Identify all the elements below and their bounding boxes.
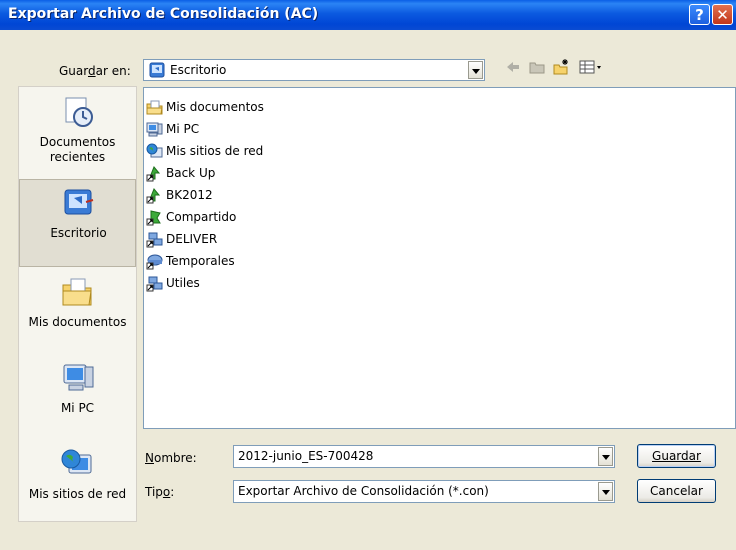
place-my-documents[interactable]: Mis documentos [19,269,136,357]
shortcut-icon [146,166,161,182]
cancel-button-label: Cancelar [650,484,703,498]
file-name: DELIVER [166,232,218,246]
up-folder-icon[interactable] [528,58,546,76]
close-button[interactable]: ✕ [712,4,733,25]
file-name: Utiles [166,276,200,290]
save-in-label: Guardar en: [59,64,131,78]
title-bar[interactable]: Exportar Archivo de Consolidación (AC) ?… [0,0,736,30]
desktop-icon [149,62,165,78]
filetype-value: Exportar Archivo de Consolidación (*.con… [238,484,489,498]
window-title: Exportar Archivo de Consolidación (AC) [8,6,319,22]
my-computer-icon [63,364,94,391]
file-name: Back Up [166,166,216,180]
place-label: Escritorio [50,226,107,240]
file-name: Mis sitios de red [166,144,264,158]
recent-documents-icon [65,97,93,127]
network-places-icon [146,143,163,158]
place-label: Mis documentos [28,315,127,329]
shortcut-icon [146,188,161,204]
place-label: Mi PC [60,401,95,415]
file-name: Compartido [166,210,237,224]
file-name: Mi PC [166,122,200,136]
place-my-computer[interactable]: Mi PC [19,355,136,443]
place-label: Documentos recientes [39,135,116,164]
filename-label: Nombre: [145,451,197,465]
place-network[interactable]: Mis sitios de red [19,441,136,529]
save-in-dropdown[interactable]: Escritorio [143,59,485,81]
my-computer-icon [146,122,163,137]
filetype-dropdown[interactable]: Exportar Archivo de Consolidación (*.con… [233,480,615,503]
my-documents-folder-icon [146,100,163,115]
drive-shortcut-icon [146,254,163,270]
my-documents-icon [62,278,92,306]
new-folder-icon[interactable] [552,58,570,76]
help-icon: ? [695,6,704,24]
chevron-down-icon[interactable] [598,482,613,501]
place-desktop[interactable]: Escritorio [19,179,136,267]
save-in-value: Escritorio [170,63,227,77]
chevron-down-icon[interactable] [468,61,483,79]
filetype-label: Tipo: [145,485,175,499]
cancel-button[interactable]: Cancelar [637,479,716,503]
file-name: Temporales [166,254,235,268]
network-shortcut-icon [146,232,163,248]
file-list[interactable]: Mis documentos Mi PC Mis sitios de red B… [143,87,736,429]
filename-input[interactable]: 2012-junio_ES-700428 [233,445,615,468]
save-button-label: Guardar [652,449,701,463]
desktop-icon [64,189,94,215]
places-bar: Documentos recientes Escritorio Mis docu… [18,86,137,522]
network-places-icon [61,449,92,474]
chevron-down-icon[interactable] [598,447,613,466]
help-button[interactable]: ? [689,4,710,25]
file-name: BK2012 [166,188,213,202]
save-button[interactable]: Guardar [637,444,716,468]
place-label: Mis sitios de red [28,487,127,501]
views-menu-icon[interactable] [578,58,604,76]
back-arrow-icon[interactable] [504,58,522,76]
file-name: Mis documentos [166,100,264,114]
save-dialog: Exportar Archivo de Consolidación (AC) ?… [0,0,736,550]
place-recent-documents[interactable]: Documentos recientes [19,89,136,177]
shared-shortcut-icon [146,210,161,226]
network-shortcut-icon [146,276,163,292]
filename-value: 2012-junio_ES-700428 [238,449,374,463]
close-icon: ✕ [716,6,729,24]
